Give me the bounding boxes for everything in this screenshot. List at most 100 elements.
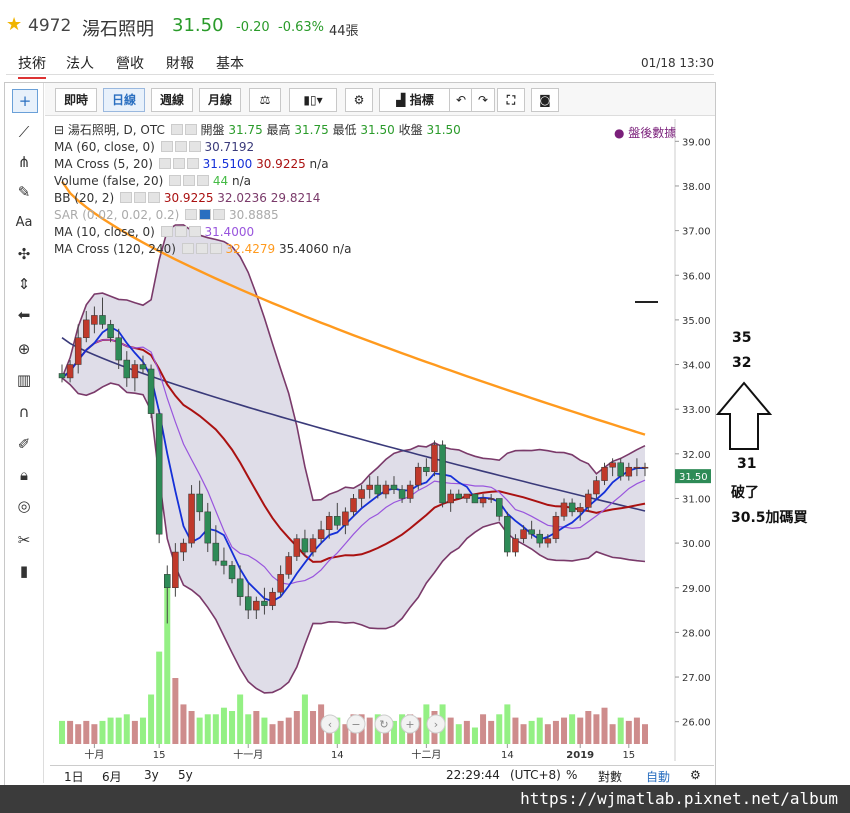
candle-body (66, 364, 74, 379)
high-value: 31.75 (294, 123, 329, 137)
arrow-left-icon[interactable]: ⬅ (12, 304, 36, 326)
volume-bar (67, 720, 74, 744)
candle-body (277, 574, 284, 593)
candle-body (431, 444, 438, 472)
auto-toggle[interactable]: 自動 (646, 768, 670, 785)
compare-icon[interactable]: ⚖ (249, 88, 281, 112)
volume-bar (212, 714, 219, 744)
undo-icon[interactable]: ↶ (449, 88, 473, 112)
collapse-icon[interactable]: ⊟ (54, 123, 64, 137)
y-tick-label: 36.00 (682, 271, 711, 282)
interval-monthly-button[interactable]: 月線 (199, 88, 241, 112)
candle-body (593, 480, 600, 495)
text-tool-icon[interactable]: Aa (12, 212, 36, 234)
tab-revenue[interactable]: 營收 (116, 53, 144, 73)
candle-body (415, 466, 422, 486)
measure-icon[interactable]: ⇕ (12, 273, 36, 295)
candle-body (625, 466, 633, 477)
interval-weekly-button[interactable]: 週線 (151, 88, 193, 112)
scale-settings-icon[interactable]: ⚙ (690, 768, 701, 782)
tab-institutional[interactable]: 法人 (66, 53, 94, 73)
crosshair-icon[interactable]: + (12, 89, 38, 113)
tab-technical[interactable]: 技術 (18, 53, 46, 79)
candle-body (576, 507, 584, 513)
volume-bar (75, 724, 82, 744)
volume-bar (480, 714, 487, 744)
note-buy: 30.5加碼買 (731, 510, 808, 526)
interval-realtime-button[interactable]: 即時 (55, 88, 97, 112)
pencil-lock-icon[interactable]: ✐ (12, 433, 36, 455)
eye-hidden-icon[interactable]: ◎ (12, 495, 36, 517)
trendline-icon[interactable]: ⟋ (12, 121, 36, 143)
y-tick-label: 29.00 (682, 584, 711, 595)
volume-bar (180, 704, 187, 744)
candle-body (293, 538, 301, 557)
candle-body (504, 516, 511, 553)
volume-bar (253, 711, 260, 744)
zoom-icon[interactable]: ⊕ (12, 338, 36, 360)
range-3y[interactable]: 3y (144, 768, 159, 782)
tab-financials[interactable]: 財報 (166, 53, 194, 73)
ma60-value: 30.7192 (204, 140, 255, 154)
volume-label: Volume (false, 20) (54, 174, 164, 188)
y-tick-label: 28.00 (682, 628, 711, 639)
candle-body (131, 364, 139, 379)
favorite-star-icon[interactable]: ★ (6, 14, 22, 35)
y-tick-label: 35.00 (682, 316, 711, 327)
timezone: (UTC+8) (510, 768, 561, 782)
candle-body (463, 493, 471, 499)
volume-bar (552, 720, 559, 744)
chart-style-icon[interactable]: ▮▯▾ (289, 88, 337, 112)
ma60-label: MA (60, close, 0) (54, 140, 155, 154)
pattern-icon[interactable]: ✣ (12, 243, 36, 265)
interval-daily-button[interactable]: 日線 (103, 88, 145, 112)
y-tick-label: 34.00 (682, 361, 711, 372)
candle-body (479, 498, 487, 504)
tab-divider (6, 74, 714, 75)
magnet-icon[interactable]: ∩ (12, 401, 36, 423)
indicator-button[interactable]: ▟ 指標 (379, 88, 451, 112)
candle-body (560, 502, 568, 517)
gear-icon[interactable]: ⚙ (345, 88, 373, 112)
fork-icon[interactable]: ⋔ (12, 151, 36, 173)
x-tick-label: 15 (622, 750, 635, 761)
tab-basic[interactable]: 基本 (216, 53, 244, 73)
percent-toggle[interactable]: % (566, 768, 577, 782)
y-tick-label: 33.00 (682, 405, 711, 416)
up-arrow-icon (715, 381, 773, 450)
range-6m[interactable]: 6月 (102, 768, 122, 785)
stock-name: 湯石照明 (82, 19, 154, 40)
trash-icon[interactable]: ▮ (12, 560, 36, 582)
redo-icon[interactable]: ↷ (471, 88, 495, 112)
candle-body (455, 493, 463, 499)
camera-icon[interactable]: ◙ (531, 88, 559, 112)
quote-time: 01/18 13:30 (641, 56, 714, 70)
after-hours-link[interactable]: ● 盤後數據 (614, 124, 676, 141)
y-tick-label: 31.00 (682, 494, 711, 505)
volume-bar (301, 694, 308, 744)
candle-body (83, 319, 90, 338)
note-32: 32 (732, 355, 752, 371)
volume-bar (625, 720, 632, 744)
candle-body (366, 484, 373, 490)
candle-body (568, 502, 576, 513)
last-price: 31.50 (172, 15, 224, 36)
x-tick-label: 十月 (84, 748, 104, 761)
volume-bar (536, 717, 543, 744)
log-toggle[interactable]: 對數 (598, 768, 622, 785)
candle-body (196, 493, 203, 513)
volume-bar (293, 711, 300, 744)
fullscreen-icon[interactable]: ⛶ (497, 88, 525, 112)
volume-bar (220, 707, 227, 744)
brush-icon[interactable]: ✎ (12, 181, 36, 203)
ruler-icon[interactable]: ▥ (12, 369, 36, 391)
legend-bb: BB (20, 2) 30.9225 32.0236 29.8214 (54, 190, 461, 207)
range-5y[interactable]: 5y (178, 768, 193, 782)
lock-icon[interactable]: 🔒︎ (12, 464, 36, 486)
candle-body (528, 529, 535, 535)
settings-tools-icon[interactable]: ✂ (12, 529, 36, 551)
volume-bar (455, 724, 462, 744)
candle-body (633, 466, 641, 469)
range-1d[interactable]: 1日 (64, 768, 84, 785)
volume-bar (237, 694, 244, 744)
